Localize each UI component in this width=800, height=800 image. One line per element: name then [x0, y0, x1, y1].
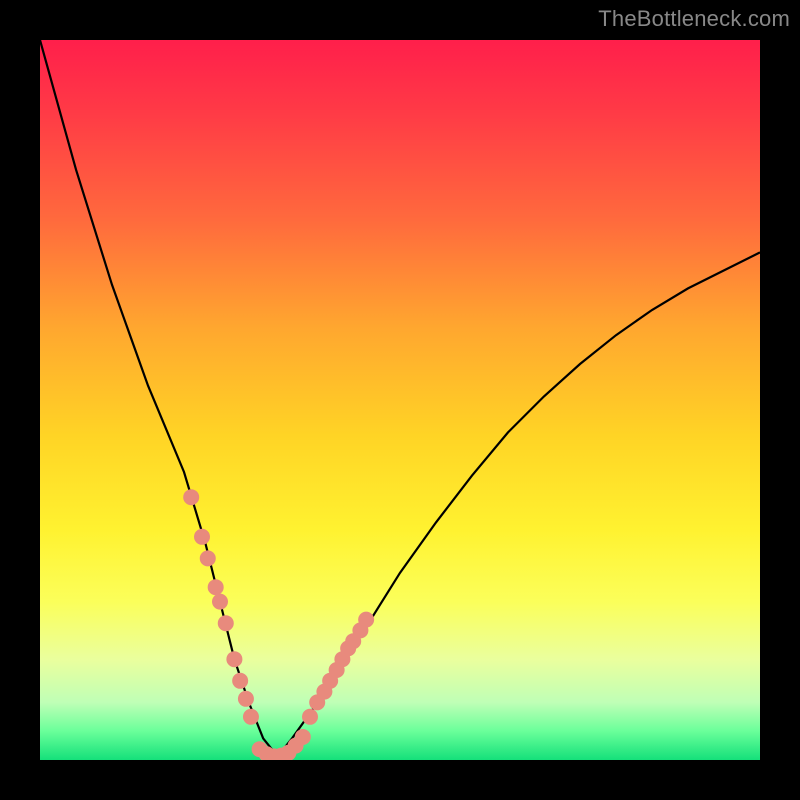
data-point	[212, 594, 228, 610]
data-point	[194, 529, 210, 545]
data-point	[232, 673, 248, 689]
curve-points-right	[302, 612, 374, 725]
bottleneck-curve	[40, 40, 760, 756]
data-point	[302, 709, 318, 725]
data-point	[200, 550, 216, 566]
watermark-label: TheBottleneck.com	[598, 6, 790, 32]
data-point	[238, 691, 254, 707]
data-point	[183, 489, 199, 505]
bottleneck-chart: TheBottleneck.com	[0, 0, 800, 800]
data-point	[208, 579, 224, 595]
data-point	[218, 615, 234, 631]
curve-layer	[40, 40, 760, 760]
data-point	[295, 729, 311, 745]
data-point	[358, 612, 374, 628]
curve-points-left	[183, 489, 259, 725]
data-point	[243, 709, 259, 725]
data-point	[226, 651, 242, 667]
plot-area	[40, 40, 760, 760]
